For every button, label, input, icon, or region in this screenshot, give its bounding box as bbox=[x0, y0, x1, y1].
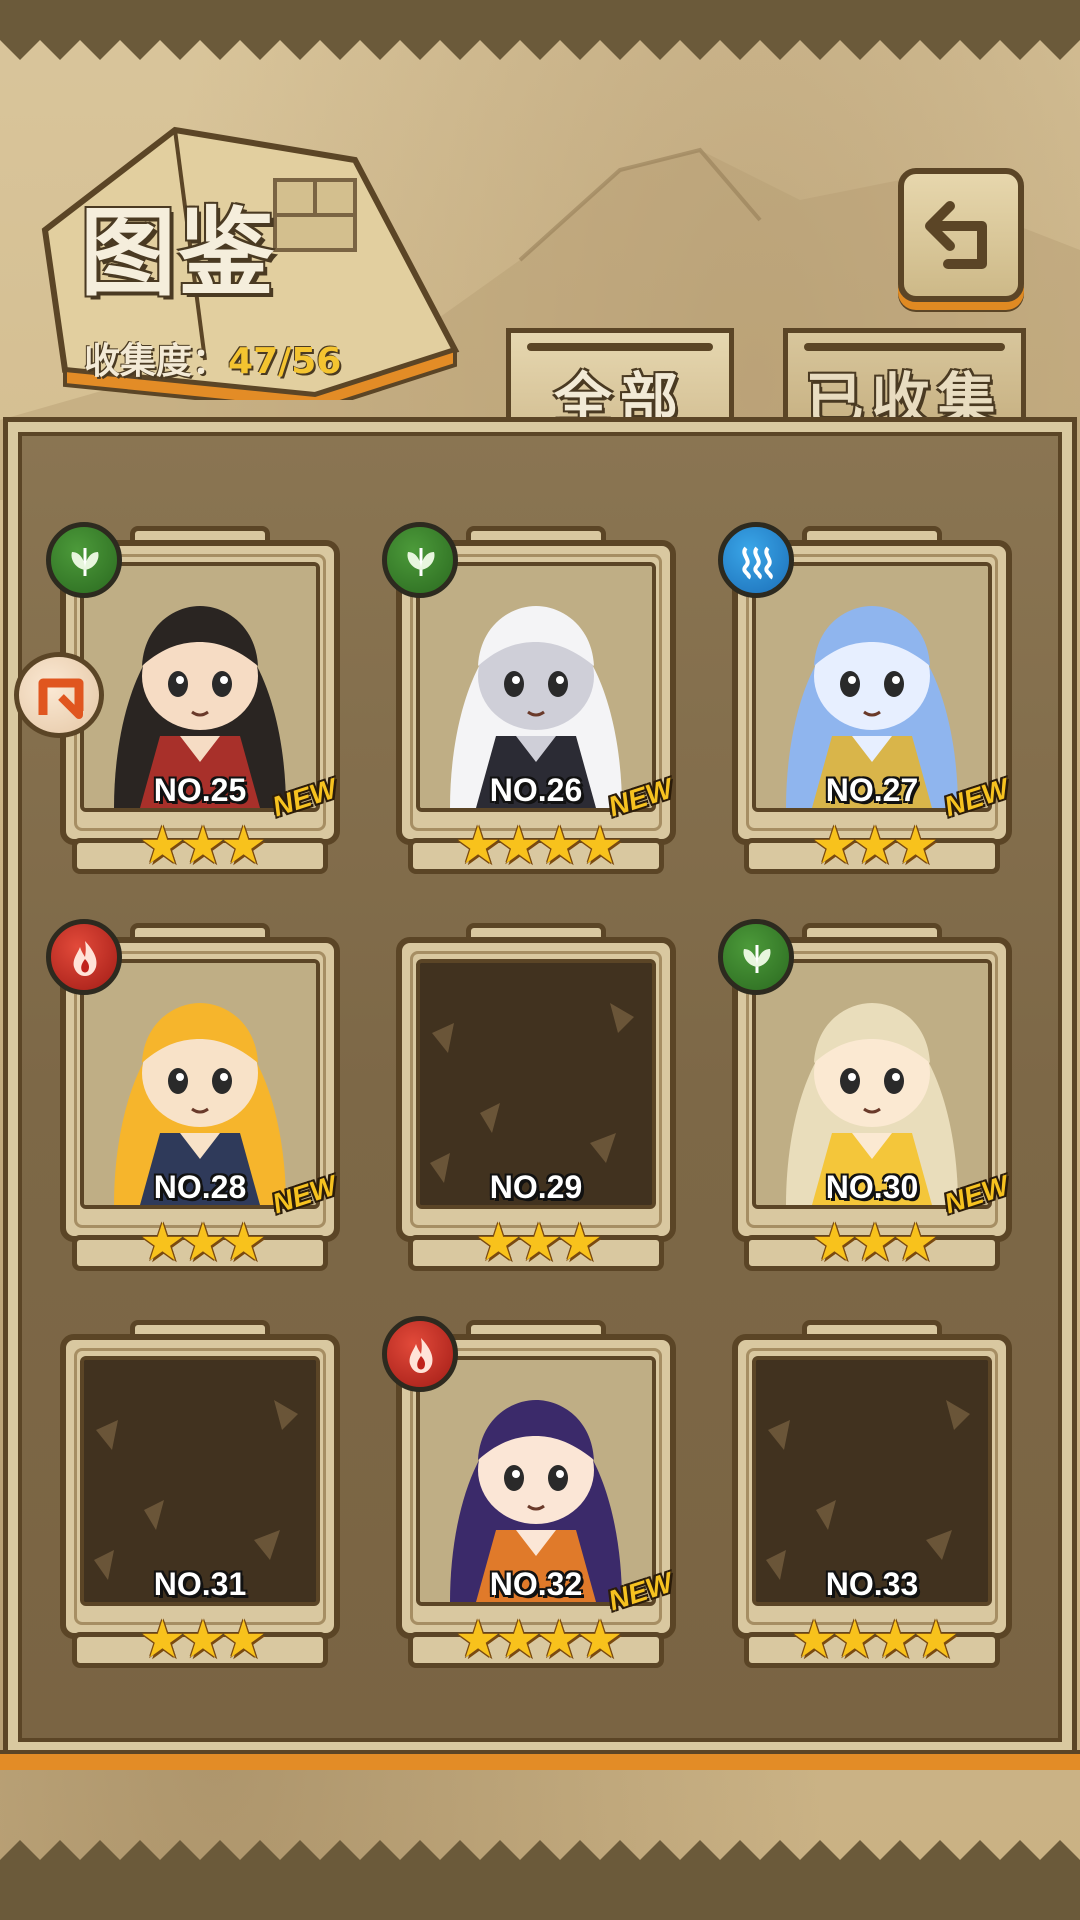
star-rating: ★★★ bbox=[811, 816, 939, 876]
leaf-element-badge bbox=[46, 522, 122, 598]
back-button[interactable] bbox=[898, 168, 1024, 302]
tab-all[interactable]: 全部 bbox=[506, 328, 734, 434]
star-rating: ★★★ bbox=[139, 1610, 267, 1670]
star-rating: ★★★ bbox=[811, 1213, 939, 1273]
collection-progress: 收集度：47/56 bbox=[84, 332, 341, 384]
water-element-badge bbox=[718, 522, 794, 598]
leaf-element-icon bbox=[743, 945, 771, 973]
fire-element-icon bbox=[409, 1338, 433, 1373]
fire-element-badge bbox=[382, 1316, 458, 1392]
card-number: NO.29 bbox=[489, 1169, 583, 1205]
card-number: NO.33 bbox=[825, 1566, 919, 1602]
star-rating: ★★★★ bbox=[454, 816, 623, 876]
collection-value: 47/56 bbox=[228, 341, 342, 382]
page-title: 图鉴 bbox=[80, 196, 276, 309]
leaf-element-icon bbox=[71, 548, 99, 576]
water-element-icon bbox=[742, 546, 773, 580]
star-rating: ★★★★ bbox=[790, 1610, 959, 1670]
side-arrow-button[interactable] bbox=[14, 652, 104, 738]
character-card[interactable]: NO.33 ★★★★ bbox=[722, 1314, 1022, 1679]
leaf-element-icon bbox=[407, 548, 435, 576]
fire-element-badge bbox=[46, 919, 122, 995]
bottom-zigzag-border bbox=[0, 1840, 1080, 1920]
fire-element-icon bbox=[73, 941, 97, 976]
character-card[interactable]: NO.27 NEW ★★★ bbox=[718, 520, 1022, 885]
tab-collected[interactable]: 已收集 bbox=[783, 328, 1026, 434]
side-arrow-icon bbox=[38, 678, 84, 719]
top-zigzag-border bbox=[0, 0, 1080, 60]
collection-label: 收集度： bbox=[84, 341, 229, 382]
card-number: NO.31 bbox=[153, 1566, 247, 1602]
star-rating: ★★★ bbox=[139, 1213, 267, 1273]
character-card[interactable]: NO.32 NEW ★★★★ bbox=[382, 1314, 686, 1679]
character-card[interactable]: NO.30 NEW ★★★ bbox=[718, 917, 1022, 1282]
star-rating: ★★★ bbox=[475, 1213, 603, 1273]
back-return-icon bbox=[925, 201, 987, 269]
star-rating: ★★★ bbox=[139, 816, 267, 876]
leaf-element-badge bbox=[718, 919, 794, 995]
character-card[interactable]: NO.28 NEW ★★★ bbox=[46, 917, 350, 1282]
character-card[interactable]: NO.29 ★★★ bbox=[386, 917, 686, 1282]
character-card[interactable]: NO.26 NEW ★★★★ bbox=[382, 520, 686, 885]
panel-bottom-strip bbox=[0, 1750, 1080, 1770]
character-card[interactable]: NO.31 ★★★ bbox=[50, 1314, 350, 1679]
leaf-element-badge bbox=[382, 522, 458, 598]
star-rating: ★★★★ bbox=[454, 1610, 623, 1670]
